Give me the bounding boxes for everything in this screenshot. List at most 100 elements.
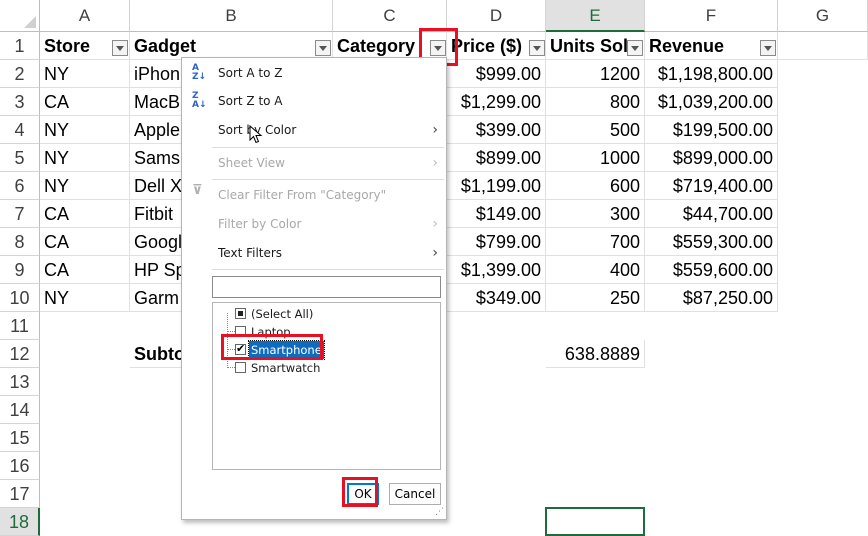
cell-store[interactable]: CA [40,256,130,284]
cell[interactable] [778,32,868,60]
filter-dropdown-gadget[interactable] [315,40,331,56]
row-header[interactable]: 15 [0,424,40,452]
chevron-right-icon: › [432,216,438,232]
menu-divider [212,179,444,180]
row-header[interactable]: 6 [0,172,40,200]
filter-value-list[interactable]: (Select All) Laptop ✔ Smartphone Smartwa… [212,302,441,470]
cell-revenue[interactable]: $899,000.00 [645,144,778,172]
column-header-g[interactable]: G [778,0,868,32]
cell-units[interactable]: 300 [546,200,645,228]
checkbox-unchecked[interactable] [235,326,246,337]
column-header-d[interactable]: D [447,0,546,32]
cell-units[interactable]: 250 [546,284,645,312]
chevron-right-icon: › [432,245,438,261]
cell-store[interactable]: NY [40,60,130,88]
cell-revenue[interactable]: $44,700.00 [645,200,778,228]
cell-price[interactable]: $799.00 [447,228,546,256]
sort-descending-icon: Z A↓ [192,91,207,110]
cell-units[interactable]: 700 [546,228,645,256]
row-header[interactable]: 1 [0,32,40,60]
menu-item-text-filters[interactable]: Text Filters › [182,240,446,266]
cell-revenue[interactable]: $1,039,200.00 [645,88,778,116]
row-header[interactable]: 13 [0,368,40,396]
filter-option-label: Laptop [251,325,291,339]
cell-store[interactable]: NY [40,116,130,144]
filter-dropdown-store[interactable] [112,40,128,56]
row-header[interactable]: 4 [0,116,40,144]
select-all-corner[interactable] [0,0,40,32]
row-header[interactable]: 9 [0,256,40,284]
cell-price[interactable]: $1,399.00 [447,256,546,284]
cell-units[interactable]: 800 [546,88,645,116]
row-header[interactable]: 16 [0,452,40,480]
cell-price[interactable]: $349.00 [447,284,546,312]
row-header[interactable]: 3 [0,88,40,116]
cell-store[interactable]: CA [40,88,130,116]
cell-store[interactable]: NY [40,144,130,172]
row-header[interactable]: 14 [0,396,40,424]
row-header[interactable]: 10 [0,284,40,312]
column-header-e[interactable]: E [546,0,645,32]
menu-item-sort-a-z[interactable]: A Z↓ Sort A to Z [182,60,446,86]
row-header[interactable]: 2 [0,60,40,88]
checkbox-indeterminate[interactable] [235,308,246,319]
menu-item-sort-by-color[interactable]: Sort by Color › [182,117,446,143]
chevron-down-icon [631,45,639,51]
column-header-b[interactable]: B [130,0,333,32]
chevron-down-icon [116,45,124,51]
chevron-down-icon [319,45,327,51]
row-header[interactable]: 17 [0,480,40,508]
cell-store[interactable]: NY [40,172,130,200]
filter-dropdown-price[interactable] [529,40,545,56]
cell-revenue[interactable]: $559,300.00 [645,228,778,256]
column-header-f[interactable]: F [645,0,778,32]
checkbox-unchecked[interactable] [235,362,246,373]
tree-line [227,331,235,332]
cell-units[interactable]: 400 [546,256,645,284]
menu-label: Clear Filter From "Category" [218,188,387,202]
cell-price[interactable]: $999.00 [447,60,546,88]
cell-store[interactable]: CA [40,200,130,228]
cell-store[interactable]: NY [40,284,130,312]
cell-price[interactable]: $1,299.00 [447,88,546,116]
cell-price[interactable]: $399.00 [447,116,546,144]
header-cell-gadget[interactable]: Gadget [130,32,333,60]
menu-label: Filter by Color [218,217,302,231]
resize-grip-icon[interactable]: ⋰ [435,508,444,517]
cell-revenue[interactable]: $559,600.00 [645,256,778,284]
filter-dropdown-revenue[interactable] [760,40,776,56]
cell-revenue[interactable]: $1,198,800.00 [645,60,778,88]
cell-price[interactable]: $149.00 [447,200,546,228]
cell-units[interactable]: 1200 [546,60,645,88]
cell-revenue[interactable]: $719,400.00 [645,172,778,200]
row-header[interactable]: 5 [0,144,40,172]
cell-units[interactable]: 500 [546,116,645,144]
cancel-button[interactable]: Cancel [389,483,441,505]
row-header[interactable]: 12 [0,340,40,368]
cell-revenue[interactable]: $199,500.00 [645,116,778,144]
checkbox-checked[interactable]: ✔ [235,342,246,355]
ok-button[interactable]: OK [347,483,379,505]
cell-price[interactable]: $899.00 [447,144,546,172]
column-header-c[interactable]: C [333,0,447,32]
cell-units[interactable]: 600 [546,172,645,200]
cell-store[interactable]: CA [40,228,130,256]
menu-divider [212,269,444,270]
cell-revenue[interactable]: $87,250.00 [645,284,778,312]
header-cell-revenue[interactable]: Revenue [645,32,778,60]
active-cell[interactable] [545,507,645,536]
row-header[interactable]: 8 [0,228,40,256]
cell-price[interactable]: $1,199.00 [447,172,546,200]
row-header[interactable]: 7 [0,200,40,228]
filter-dropdown-units[interactable] [627,40,643,56]
filter-option-label: Smartwatch [251,361,321,375]
column-header-a[interactable]: A [40,0,130,32]
filter-dropdown-category[interactable] [430,40,446,56]
cell-subtotal-value[interactable]: 638.8889 [546,340,645,368]
menu-item-sort-z-a[interactable]: Z A↓ Sort Z to A [182,88,446,114]
filter-search-input[interactable] [212,276,441,298]
cell-units[interactable]: 1000 [546,144,645,172]
sort-ascending-icon: A Z↓ [192,63,207,82]
row-header[interactable]: 11 [0,312,40,340]
row-header-selected[interactable]: 18 [0,508,40,536]
